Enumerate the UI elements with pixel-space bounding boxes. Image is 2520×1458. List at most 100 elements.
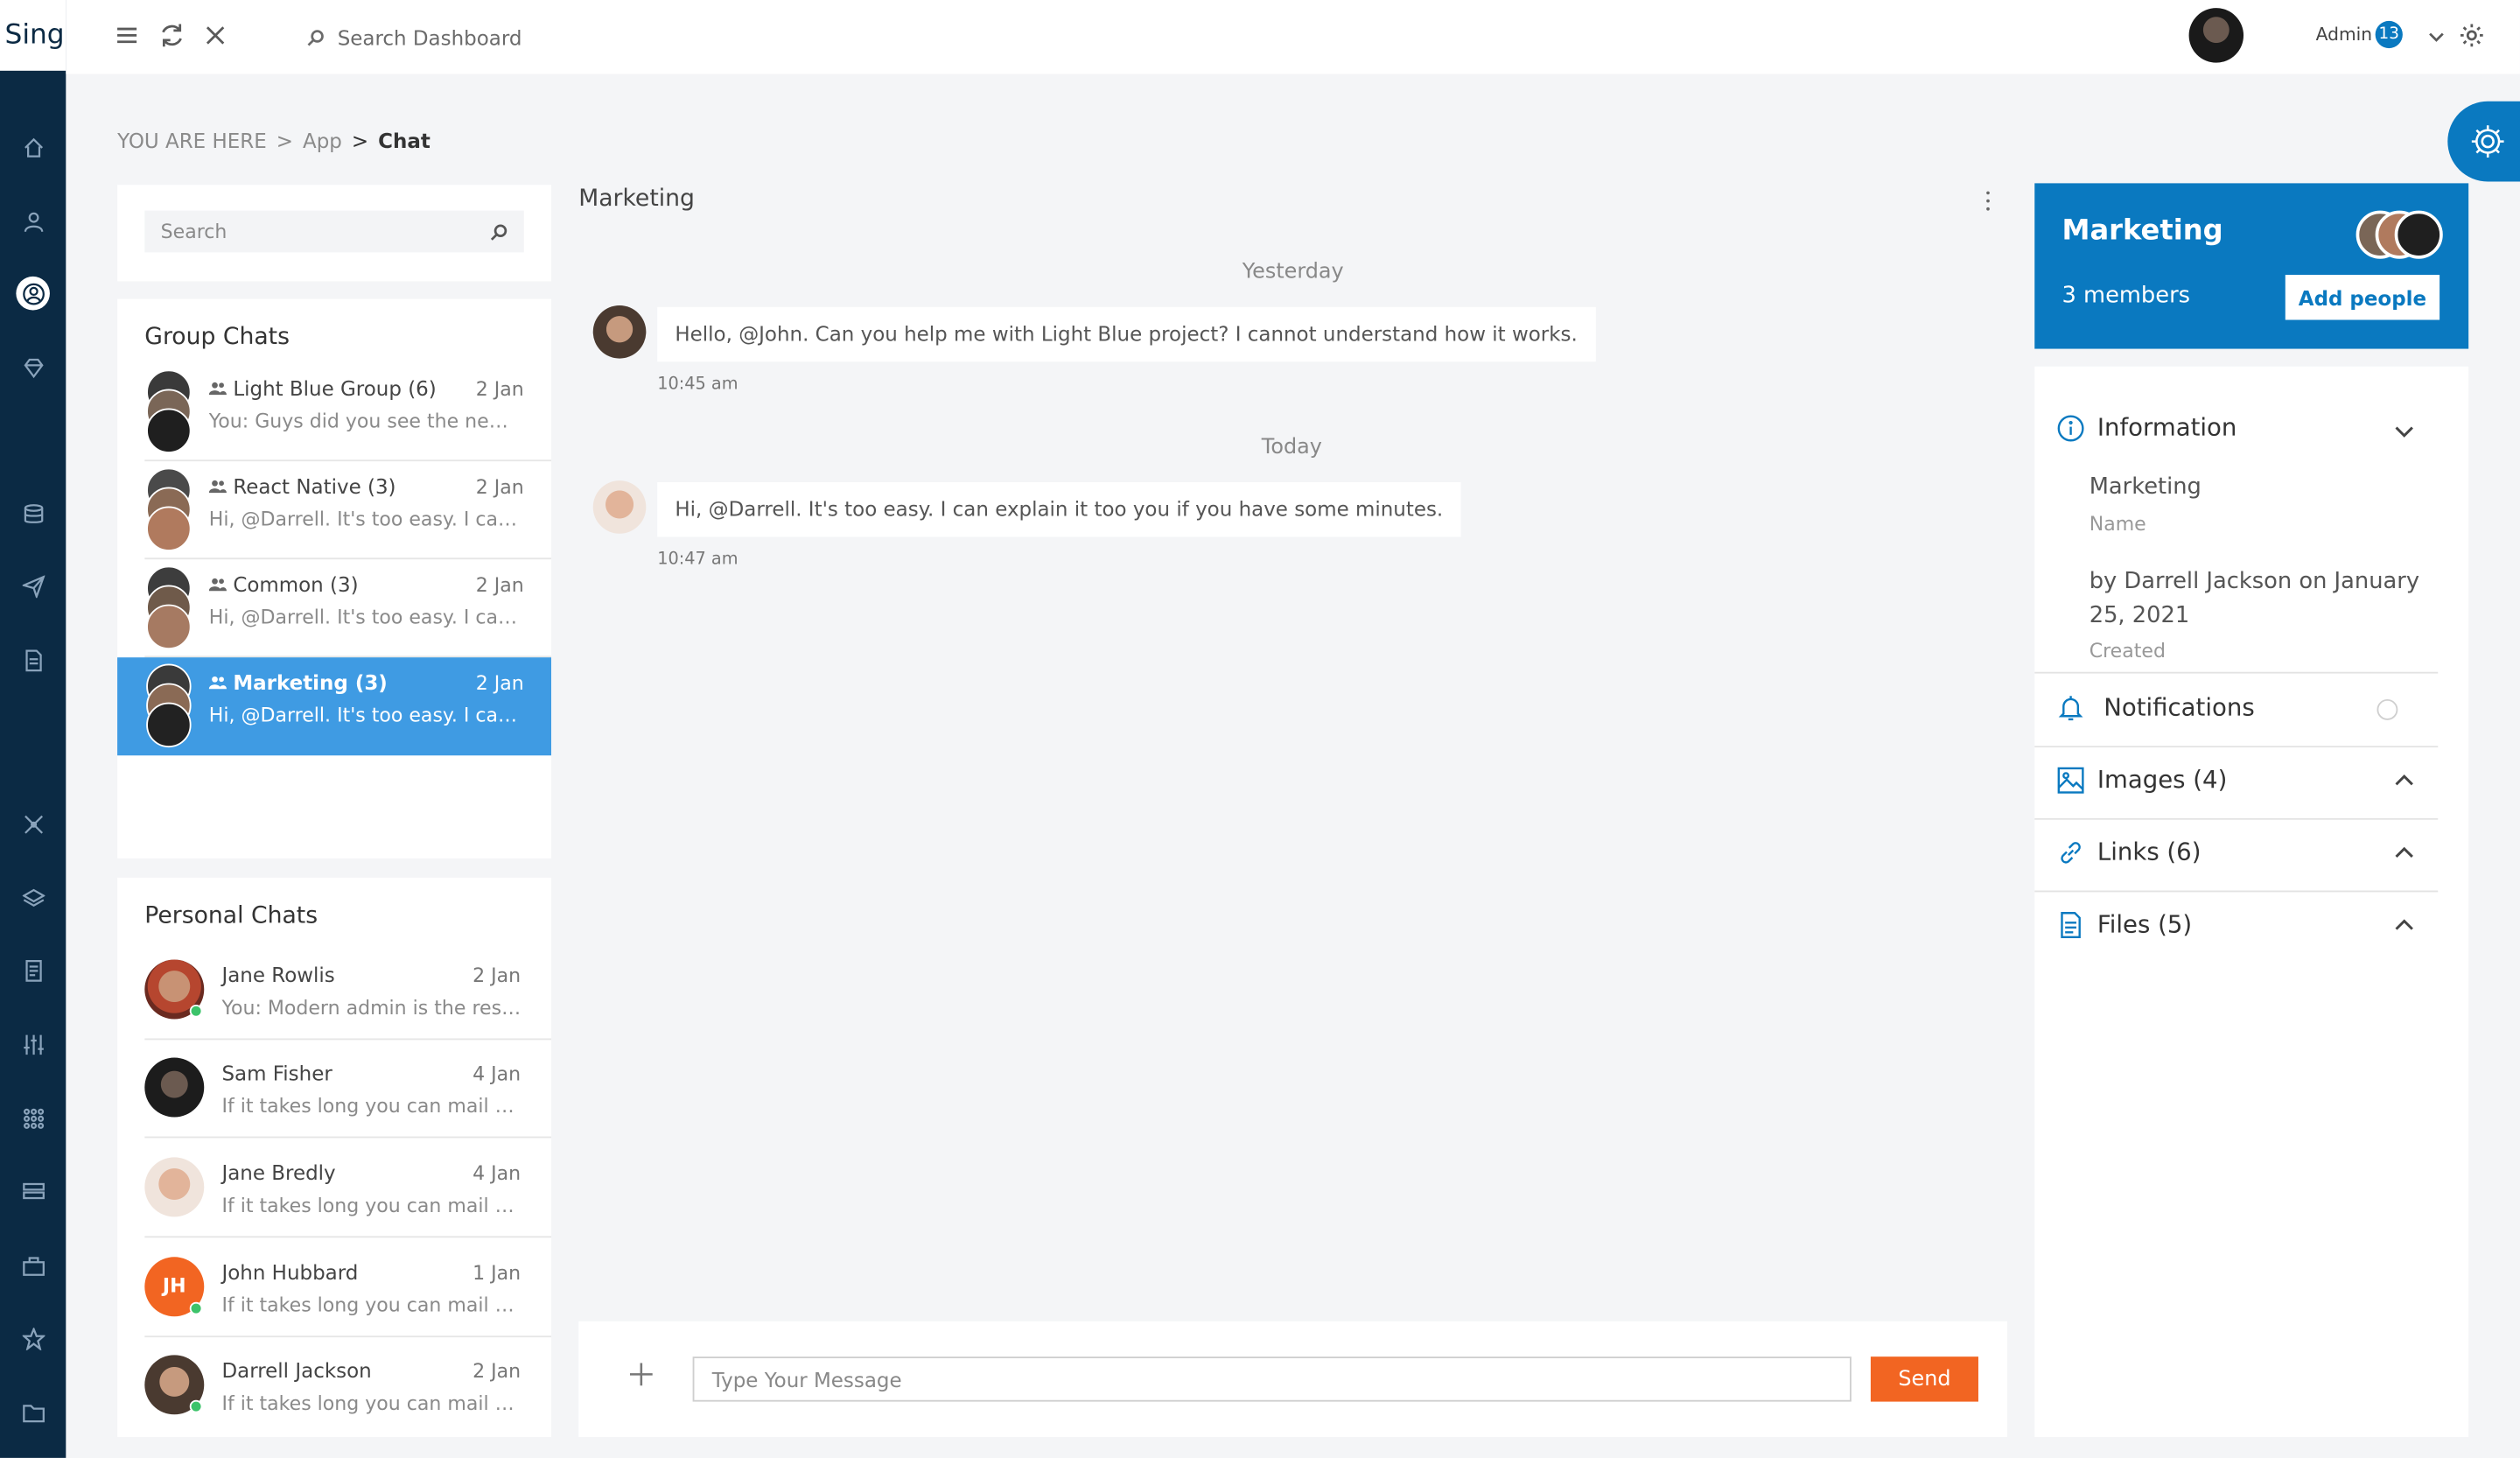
breadcrumb-current: Chat [378, 128, 430, 153]
gear-icon[interactable] [2457, 21, 2486, 50]
group-chat-preview: You: Guys did you see the new update? [208, 410, 524, 433]
group-chat-item[interactable]: Light Blue Group (6) 2 Jan You: Guys did… [117, 363, 551, 462]
personal-chat-name: Sam Fisher [221, 1061, 332, 1085]
group-chat-name: Common (3) [233, 571, 359, 597]
chat-search-input[interactable] [160, 220, 491, 243]
personal-chat-name: John Hubbard [221, 1259, 359, 1285]
personal-chat-item[interactable]: Sam Fisher 4 Jan If it takes long you ca… [117, 1049, 551, 1147]
personal-chat-date: 4 Jan [472, 1161, 522, 1185]
breadcrumb-separator: > [351, 128, 369, 153]
dashboard-search-input[interactable] [337, 25, 660, 50]
notification-badge[interactable]: 13 [2375, 20, 2403, 49]
personal-chat-preview: If it takes long you can mail me at my m… [221, 1391, 524, 1415]
close-icon[interactable] [201, 21, 230, 50]
group-chat-item-active[interactable]: Marketing (3) 2 Jan Hi, @Darrell. It's t… [117, 657, 551, 756]
message-time: 10:45 am [657, 374, 738, 394]
database-icon[interactable] [16, 497, 50, 531]
theme-settings-button[interactable] [2447, 101, 2520, 182]
diamond-icon[interactable] [16, 350, 50, 384]
group-chat-item[interactable]: React Native (3) 2 Jan Hi, @Darrell. It'… [117, 461, 551, 560]
links-label: Links (6) [2096, 837, 2202, 866]
chevron-up-icon[interactable] [2391, 768, 2417, 794]
star-icon[interactable] [16, 1321, 50, 1356]
message-input[interactable] [692, 1356, 1852, 1402]
refresh-icon[interactable] [158, 21, 186, 50]
send-icon[interactable] [16, 569, 50, 603]
group-avatar-stack [146, 467, 192, 551]
info-icon [2057, 414, 2084, 441]
bell-icon [2058, 695, 2083, 720]
briefcase-icon[interactable] [16, 1247, 50, 1281]
member-avatars [2356, 210, 2453, 259]
chat-search[interactable] [144, 210, 524, 253]
notifications-section: Notifications [2057, 693, 2255, 722]
avatar [592, 480, 647, 534]
user-icon[interactable] [16, 204, 50, 238]
personal-chat-item[interactable]: JH John Hubbard 1 Jan If it takes long y… [117, 1249, 551, 1347]
avatar [592, 305, 647, 359]
personal-chat-name: Darrell Jackson [221, 1358, 372, 1383]
file-text-icon[interactable] [16, 953, 50, 987]
information-section[interactable]: Information [2057, 413, 2236, 442]
personal-chat-name: Jane Rowlis [221, 963, 335, 987]
created-label: Created [2089, 640, 2166, 662]
personal-chat-item[interactable]: Darrell Jackson 2 Jan If it takes long y… [117, 1347, 551, 1445]
document-icon[interactable] [16, 643, 50, 677]
link-icon [2061, 841, 2081, 863]
chat-user-icon[interactable] [16, 276, 50, 311]
user-name[interactable]: Admin [2316, 25, 2372, 46]
menu-icon[interactable] [113, 21, 142, 50]
message-composer: Send [578, 1321, 2008, 1438]
personal-chats-title: Personal Chats [144, 903, 318, 929]
list-icon[interactable] [16, 1174, 50, 1208]
chevron-up-icon[interactable] [2391, 841, 2417, 866]
online-indicator [189, 1004, 203, 1018]
group-chat-preview: Hi, @Darrell. It's too easy. I can expla… [208, 704, 524, 727]
images-section[interactable]: Images (4) [2057, 765, 2227, 794]
group-chat-name: Marketing (3) [233, 669, 388, 695]
online-indicator [189, 1399, 203, 1413]
more-options-icon[interactable] [1973, 186, 2002, 215]
chevron-up-icon[interactable] [2391, 913, 2417, 938]
group-name-label: Name [2089, 512, 2146, 536]
image-icon [2057, 766, 2084, 793]
group-chat-date: 2 Jan [475, 377, 524, 401]
user-avatar[interactable] [2188, 8, 2244, 63]
group-icon [208, 480, 227, 494]
top-search[interactable] [307, 19, 660, 54]
member-count: 3 members [2062, 283, 2191, 309]
breadcrumb-app[interactable]: App [303, 129, 342, 153]
group-chat-item[interactable]: Common (3) 2 Jan Hi, @Darrell. It's too … [117, 559, 551, 658]
sliders-icon[interactable] [16, 1027, 50, 1062]
folder-icon[interactable] [16, 1395, 50, 1429]
notifications-label: Notifications [2104, 692, 2255, 722]
send-button[interactable]: Send [1870, 1356, 1978, 1402]
add-attachment-icon[interactable] [626, 1360, 655, 1389]
links-section[interactable]: Links (6) [2057, 838, 2201, 866]
notifications-toggle[interactable] [2376, 698, 2398, 720]
personal-chat-item[interactable]: Jane Bredly 4 Jan If it takes long you c… [117, 1149, 551, 1247]
sidebar: Sing [0, 0, 66, 1458]
group-icon [208, 578, 227, 592]
home-icon[interactable] [16, 130, 50, 165]
add-people-button[interactable]: Add people [2285, 275, 2440, 320]
grid-icon[interactable] [16, 1101, 50, 1135]
files-label: Files (5) [2096, 909, 2193, 939]
created-value: by Darrell Jackson on January 25, 2021 [2089, 569, 2420, 629]
layers-icon[interactable] [16, 881, 50, 915]
search-icon[interactable] [490, 222, 508, 240]
online-indicator [189, 1301, 203, 1315]
search-icon [307, 29, 324, 46]
network-icon[interactable] [16, 807, 50, 841]
chevron-down-icon[interactable] [2391, 418, 2417, 444]
chevron-down-icon[interactable] [2422, 23, 2451, 52]
app-logo[interactable]: Sing [0, 0, 66, 71]
images-label: Images (4) [2096, 765, 2228, 795]
group-chat-date: 2 Jan [475, 475, 524, 499]
personal-chat-item[interactable]: Jane Rowlis 2 Jan You: Modern admin is t… [117, 951, 551, 1049]
group-avatar-stack [146, 663, 192, 748]
message-bubble: Hello, @John. Can you help me with Light… [657, 306, 1595, 362]
group-header: Marketing 3 members Add people [2034, 183, 2469, 349]
files-section[interactable]: Files (5) [2057, 910, 2192, 939]
chat-search-card [117, 185, 551, 282]
